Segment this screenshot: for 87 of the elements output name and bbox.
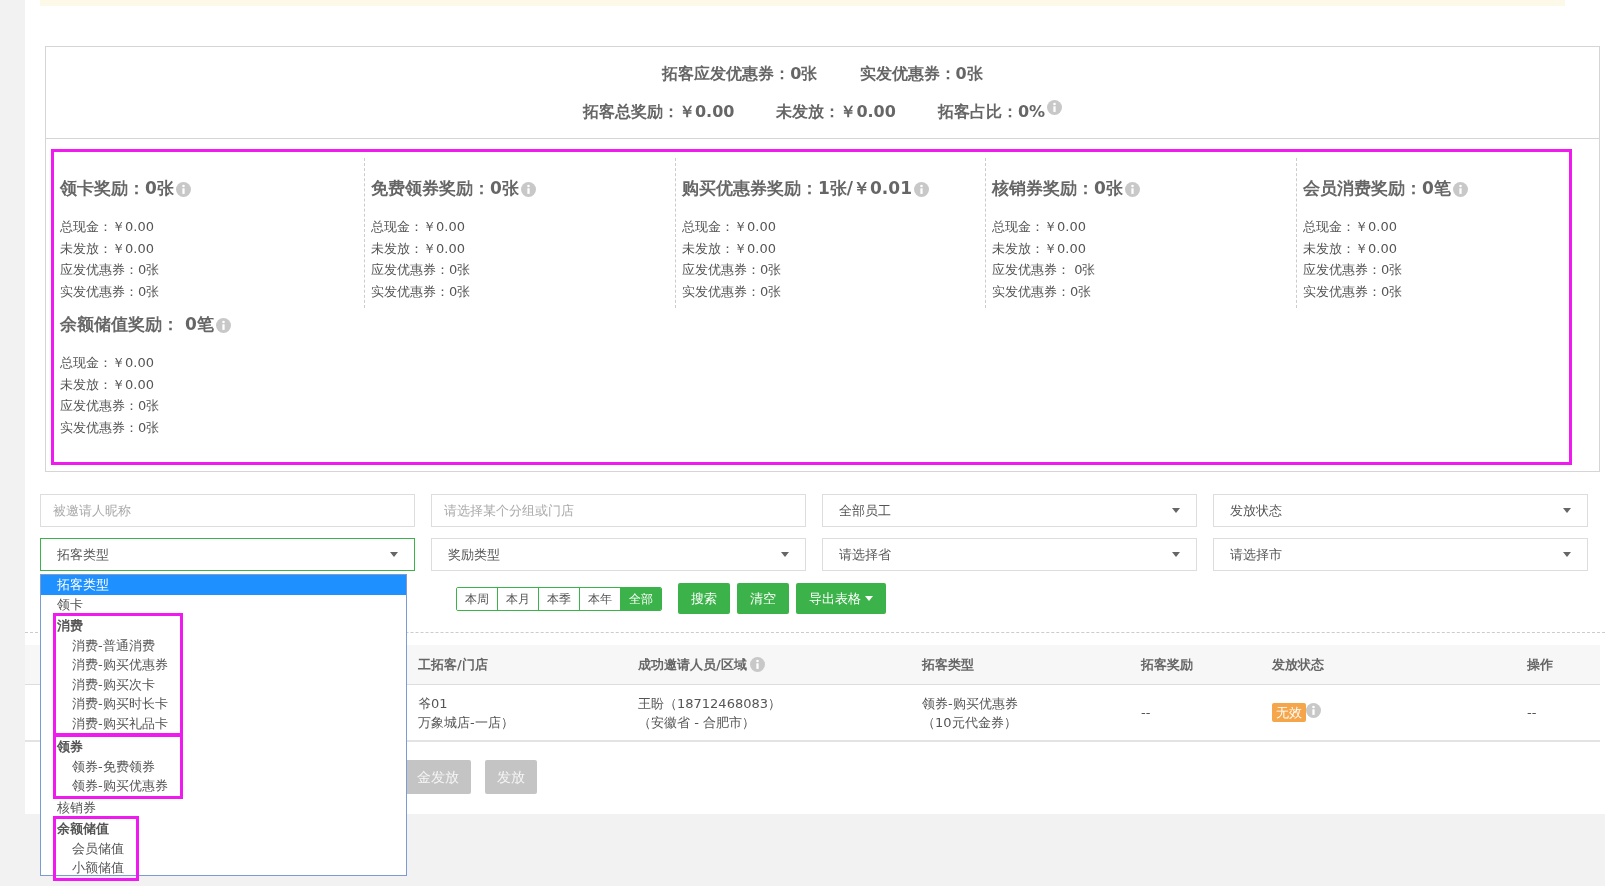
column-header: 拓客奖励	[1141, 655, 1193, 674]
table-cell-text: 领券-购买优惠券	[922, 694, 1019, 713]
card-title: 余额储值奖励： 0笔	[60, 313, 214, 337]
stat-line: 未发放：￥0.00	[1303, 239, 1398, 258]
stat-line: 未发放：￥0.00	[992, 239, 1087, 258]
table-cell-text: --	[1527, 703, 1538, 722]
stat-line: 应发优惠券：0张	[682, 261, 783, 279]
table-cell-text: 王盼（18712468083）	[638, 694, 782, 713]
dropdown-option[interactable]: 消费-购买礼品卡	[56, 713, 168, 733]
caret-icon	[1172, 552, 1180, 557]
stat-line: 实发优惠券：0张	[60, 418, 161, 437]
card-title: 购买优惠券奖励：1张/￥0.01	[682, 177, 912, 201]
caret-icon	[1563, 508, 1571, 513]
column-header: 拓客类型	[922, 655, 974, 674]
summary-stat: 拓客应发优惠券：0张	[662, 62, 818, 85]
table-cell-text: 爷01	[418, 694, 449, 713]
caret-icon	[1172, 508, 1180, 513]
stat-line: 实发优惠券：0张	[1303, 282, 1404, 301]
summary-stat: 拓客总奖励：￥0.00	[582, 100, 735, 123]
stat-line: 未发放：￥0.00	[682, 239, 777, 258]
column-header: 发放状态	[1272, 655, 1324, 674]
group-label: 余额储值	[56, 820, 110, 838]
stat-line: 应发优惠券：0张	[371, 261, 472, 279]
stat-line: 应发优惠券：0张	[60, 261, 161, 279]
stat-line: 应发优惠券：0张	[60, 397, 161, 415]
summary-stat: 实发优惠券：0张	[859, 62, 983, 85]
select-field[interactable]: 全部员工	[822, 494, 1197, 527]
group-label: 领券	[56, 738, 84, 756]
stat-line: 实发优惠券：0张	[371, 282, 472, 301]
select-field[interactable]: 请选择省	[822, 538, 1197, 571]
status-badge: 无效	[1272, 703, 1306, 722]
caret-icon	[781, 552, 789, 557]
card-title: 核销券奖励：0张	[992, 177, 1123, 201]
dropdown-option[interactable]: 消费-购买时长卡	[56, 694, 168, 714]
card-title: 会员消费奖励：0笔	[1303, 177, 1451, 201]
card-title: 领卡奖励：0张	[60, 177, 174, 201]
info-icon	[1047, 99, 1063, 115]
stat-line: 未发放：￥0.00	[60, 239, 155, 258]
info-icon	[175, 181, 191, 197]
dropdown-option[interactable]: 消费-购买优惠券	[56, 655, 168, 675]
info-icon	[215, 317, 231, 333]
select-field[interactable]: 奖励类型	[431, 538, 806, 571]
card-title: 免费领券奖励：0张	[371, 177, 519, 201]
table-cell-text: --	[1141, 704, 1152, 722]
stat-line: 实发优惠券：0张	[60, 282, 161, 301]
dropdown-option[interactable]: 领券-购买优惠券	[56, 776, 168, 796]
dropdown-option[interactable]: 小额储值	[56, 858, 124, 878]
stat-line: 总现金：￥0.00	[371, 218, 466, 236]
text-field[interactable]: 被邀请人昵称	[40, 494, 415, 527]
stat-line: 总现金：￥0.00	[1303, 218, 1398, 236]
stat-line: 实发优惠券：0张	[992, 282, 1093, 301]
table-cell-text: （安徽省 - 合肥市）	[638, 713, 756, 732]
caret-icon	[865, 596, 873, 601]
text-field[interactable]: 请选择某个分组或门店	[431, 494, 806, 527]
stat-line: 应发优惠券： 0张	[992, 261, 1097, 279]
caret-icon	[390, 552, 398, 557]
stat-line: 总现金：￥0.00	[682, 218, 777, 236]
info-icon	[520, 181, 536, 197]
stat-line: 总现金：￥0.00	[992, 218, 1087, 236]
group-label: 消费	[56, 617, 84, 635]
caret-icon	[1563, 552, 1571, 557]
dropdown-option[interactable]: 消费-普通消费	[56, 635, 168, 655]
info-icon	[914, 181, 929, 197]
column-header: 工拓客/门店	[418, 655, 488, 674]
stat-line: 总现金：￥0.00	[60, 218, 155, 236]
stat-line: 总现金：￥0.00	[60, 354, 155, 372]
summary-stat: 未发放：￥0.00	[776, 100, 896, 123]
table-cell-text: （10元代金券）	[922, 713, 1018, 732]
column-header: 操作	[1527, 655, 1553, 674]
dropdown-option[interactable]: 领券-免费领券	[56, 756, 168, 776]
info-icon	[1452, 181, 1468, 197]
select-field[interactable]: 请选择市	[1213, 538, 1588, 571]
stat-line: 应发优惠券：0张	[1303, 261, 1404, 279]
dropdown-option[interactable]: 领卡	[41, 594, 406, 614]
column-header: 成功邀请人员/区域	[638, 655, 747, 674]
dropdown-option[interactable]: 会员储值	[56, 838, 124, 858]
table-cell-text: 万象城店-一店）	[418, 713, 515, 732]
select-field[interactable]: 发放状态	[1213, 494, 1588, 527]
stat-line: 未发放：￥0.00	[60, 375, 155, 394]
dropdown-option[interactable]: 核销券	[41, 797, 406, 817]
stat-line: 实发优惠券：0张	[682, 282, 783, 301]
stat-line: 未发放：￥0.00	[371, 239, 466, 258]
select-field[interactable]: 拓客类型	[40, 538, 415, 571]
info-icon	[1306, 703, 1321, 718]
dropdown-option[interactable]: 消费-购买次卡	[56, 674, 168, 694]
summary-stat: 拓客占比：0%	[937, 100, 1046, 123]
info-icon	[1124, 181, 1140, 197]
